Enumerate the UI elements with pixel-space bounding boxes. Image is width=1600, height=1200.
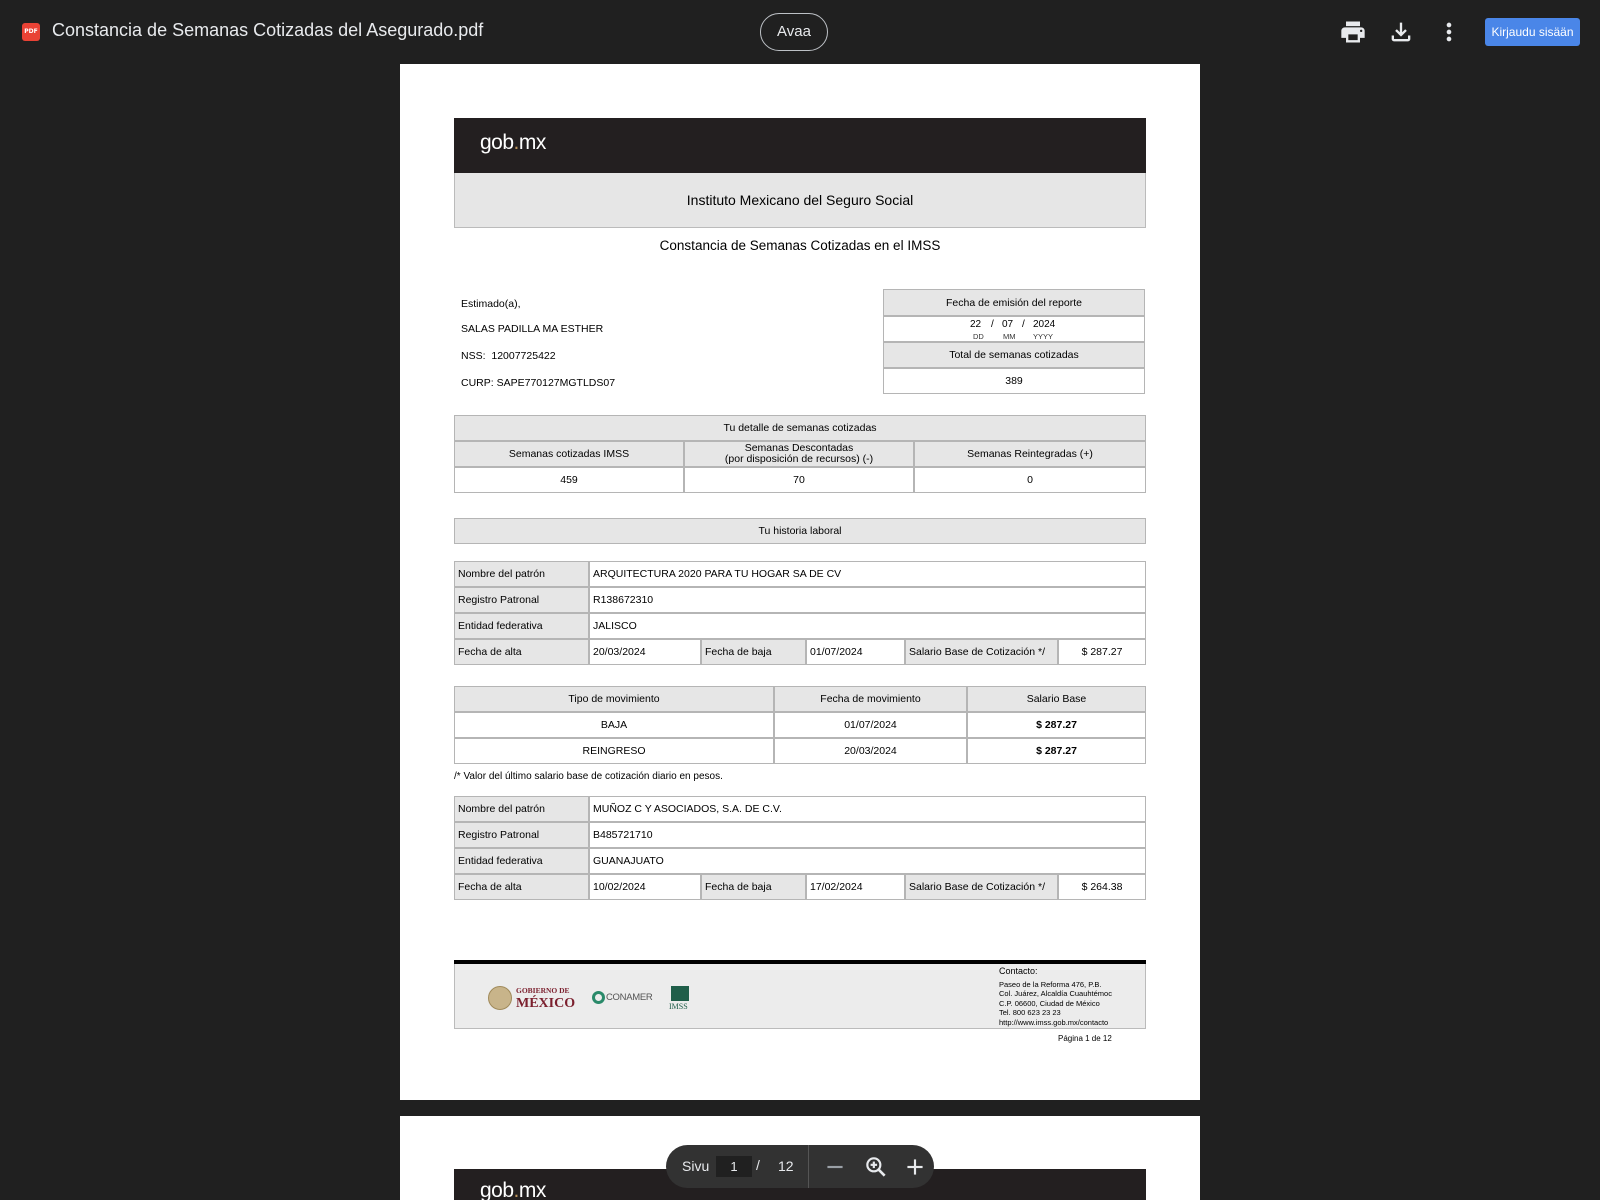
download-icon[interactable]: [1387, 18, 1415, 46]
document-footer: GOBIERNO DE MÉXICO CONAMER IMSS Contacto…: [454, 964, 1146, 1029]
detail-col-descontadas: Semanas Descontadas (por disposición de r…: [684, 441, 914, 467]
mov-header-fecha: Fecha de movimiento: [774, 686, 967, 712]
file-title: Constancia de Semanas Cotizadas del Aseg…: [52, 20, 484, 40]
emission-date-label: Fecha de emisión del reporte: [883, 289, 1145, 316]
nss-line: NSS: 12007725422: [461, 350, 556, 362]
detail-val-descontadas: 70: [684, 467, 914, 493]
page-number-text: Página 1 de 12: [1058, 1034, 1112, 1043]
detail-col-reintegradas: Semanas Reintegradas (+): [914, 441, 1146, 467]
entidad-value: JALISCO: [589, 613, 1146, 639]
pdf-page: gob.mx Instituto Mexicano del Seguro Soc…: [400, 64, 1200, 1100]
coat-of-arms-icon: [488, 986, 512, 1010]
mov-row-fecha: 20/03/2024: [774, 738, 967, 764]
mov-header-salario: Salario Base: [967, 686, 1146, 712]
greeting: Estimado(a),: [461, 298, 521, 310]
baja-value: 01/07/2024: [806, 639, 905, 665]
contact-info: Contacto: Paseo de la Reforma 476, P.B. C…: [999, 966, 1112, 1027]
zoom-out-icon[interactable]: [822, 1154, 848, 1180]
print-icon[interactable]: [1339, 18, 1367, 46]
imss-icon: [671, 986, 689, 1001]
patron-label: Nombre del patrón: [454, 561, 589, 587]
mov-header-tipo: Tipo de movimiento: [454, 686, 774, 712]
detail-val-reintegradas: 0: [914, 467, 1146, 493]
page-navigation: Sivu 1 / 12: [666, 1145, 934, 1188]
salario-value: $ 287.27: [1058, 639, 1146, 665]
curp-line: CURP: SAPE770127MGTLDS07: [461, 377, 616, 389]
more-icon[interactable]: [1435, 18, 1463, 46]
alta-label: Fecha de alta: [454, 874, 589, 900]
baja-label: Fecha de baja: [701, 639, 806, 665]
pager-divider: [808, 1145, 809, 1188]
alta-value: 10/02/2024: [589, 874, 701, 900]
insured-name: SALAS PADILLA MA ESTHER: [461, 323, 604, 335]
history-title: Tu historia laboral: [454, 518, 1146, 544]
mov-row-tipo: BAJA: [454, 712, 774, 738]
zoom-fit-icon[interactable]: [863, 1154, 889, 1180]
detail-col-imss: Semanas cotizadas IMSS: [454, 441, 684, 467]
total-weeks-value: 389: [883, 368, 1145, 394]
conamer-logo: CONAMER: [606, 992, 653, 1003]
registro-label: Registro Patronal: [454, 822, 589, 848]
detail-title: Tu detalle de semanas cotizadas: [454, 415, 1146, 441]
salario-value: $ 264.38: [1058, 874, 1146, 900]
zoom-in-icon[interactable]: [902, 1154, 928, 1180]
document-title: Constancia de Semanas Cotizadas en el IM…: [659, 238, 941, 253]
alta-label: Fecha de alta: [454, 639, 589, 665]
mov-row-fecha: 01/07/2024: [774, 712, 967, 738]
gob-mx-logo: gob.mx: [480, 1179, 546, 1200]
patron-value: MUÑOZ C Y ASOCIADOS, S.A. DE C.V.: [589, 796, 1146, 822]
entidad-value: GUANAJUATO: [589, 848, 1146, 874]
mov-row-tipo: REINGRESO: [454, 738, 774, 764]
gob-header: gob.mx: [454, 118, 1146, 173]
registro-label: Registro Patronal: [454, 587, 589, 613]
open-button[interactable]: Avaa: [760, 13, 828, 51]
viewer-toolbar: PDF Constancia de Semanas Cotizadas del …: [0, 0, 1600, 64]
page-label: Sivu: [682, 1158, 710, 1174]
baja-label: Fecha de baja: [701, 874, 806, 900]
gob-mx-logo: gob.mx: [480, 131, 546, 154]
mov-row-salario: $ 287.27: [967, 738, 1146, 764]
pdf-file-icon: PDF: [22, 23, 40, 41]
patron-label: Nombre del patrón: [454, 796, 589, 822]
mov-row-salario: $ 287.27: [967, 712, 1146, 738]
registro-value: R138672310: [589, 587, 1146, 613]
detail-val-imss: 459: [454, 467, 684, 493]
emission-date: 22 / 07 / 2024 DD MM YYYY: [883, 316, 1145, 342]
registro-value: B485721710: [589, 822, 1146, 848]
signin-button[interactable]: Kirjaudu sisään: [1485, 18, 1580, 46]
conamer-icon: [592, 991, 605, 1004]
entidad-label: Entidad federativa: [454, 613, 589, 639]
alta-value: 20/03/2024: [589, 639, 701, 665]
salario-label: Salario Base de Cotización */: [905, 874, 1058, 900]
patron-value: ARQUITECTURA 2020 PARA TU HOGAR SA DE CV: [589, 561, 1146, 587]
imss-logo: IMSS: [669, 1002, 688, 1011]
institution-name: Instituto Mexicano del Seguro Social: [454, 173, 1146, 228]
entidad-label: Entidad federativa: [454, 848, 589, 874]
page-total: 12: [778, 1158, 794, 1174]
salario-label: Salario Base de Cotización */: [905, 639, 1058, 665]
gobierno-mexico-logo: GOBIERNO DE MÉXICO: [516, 986, 576, 1011]
baja-value: 17/02/2024: [806, 874, 905, 900]
total-weeks-label: Total de semanas cotizadas: [883, 342, 1145, 368]
page-number-input[interactable]: 1: [716, 1156, 752, 1177]
salary-note: /* Valor del último salario base de coti…: [454, 771, 723, 782]
page-separator: /: [756, 1157, 760, 1173]
